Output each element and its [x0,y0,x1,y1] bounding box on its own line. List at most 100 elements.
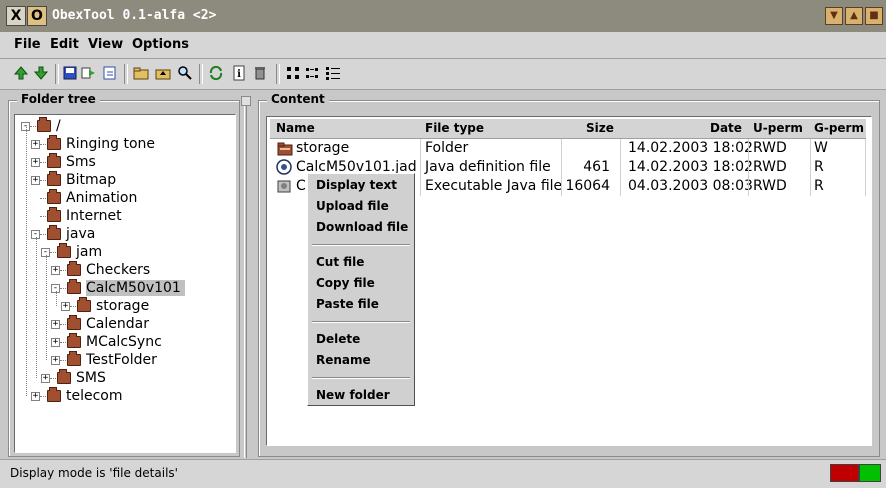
tree-expander[interactable]: + [61,302,70,311]
ctx-copy-file[interactable]: Copy file [316,276,375,290]
sync-icon[interactable] [208,65,224,81]
ctx-delete[interactable]: Delete [316,332,360,346]
file-type: Java definition file [425,159,551,175]
col-uperm[interactable]: U-perm [753,121,803,135]
java-definition-icon [276,159,292,175]
tree-expander[interactable]: + [51,356,60,365]
folder-up-icon[interactable] [155,65,171,81]
tree-node[interactable]: TestFolder [67,351,157,369]
folder-icon [57,369,71,384]
col-gperm[interactable]: G-perm [814,121,864,135]
shade-button[interactable]: ▼ [825,7,843,25]
file-date: 14.02.2003 18:02 [628,159,753,175]
folder-icon [47,153,61,168]
status-indicator-green [859,464,881,482]
close-button[interactable]: X [6,6,26,26]
open-folder-icon[interactable] [133,65,149,81]
tree-node[interactable]: MCalcSync [67,333,162,351]
folder-tree-title: Folder tree [17,92,100,106]
tree-expander[interactable]: + [31,140,40,149]
tree-node-label: / [56,118,61,134]
file-gperm: R [814,159,824,175]
tree-expander[interactable]: + [31,176,40,185]
window-title: ObexTool 0.1-alfa <2> [52,8,217,23]
tree-node[interactable]: Sms [47,153,96,171]
table-row[interactable]: storage Folder 14.02.2003 18:02 RWD W [270,139,866,158]
ctx-new-folder[interactable]: New folder [316,388,390,402]
tree-expander[interactable]: + [51,338,60,347]
tree-expander[interactable]: + [51,320,60,329]
trash-icon[interactable] [252,65,268,81]
menu-edit[interactable]: Edit [50,37,79,52]
menu-file[interactable]: File [14,37,41,52]
folder-icon [37,117,51,132]
panel-splitter[interactable] [241,96,251,458]
tree-node[interactable]: java [47,225,95,243]
refresh-doc-icon[interactable] [102,65,118,81]
tree-node[interactable]: SMS [57,369,106,387]
col-date[interactable]: Date [710,121,742,135]
content-title: Content [267,92,329,106]
ctx-download-file[interactable]: Download file [316,220,408,234]
tree-node[interactable]: Bitmap [47,171,116,189]
tree-node[interactable]: jam [57,243,102,261]
tree-node-label: java [66,226,96,242]
ctx-display-text[interactable]: Display text [316,178,397,192]
ctx-upload-file[interactable]: Upload file [316,199,389,213]
tree-node-label: Ringing tone [66,136,156,152]
tree-node[interactable]: telecom [47,387,123,405]
iconify-button[interactable]: ■ [865,7,883,25]
tree-expander[interactable]: + [31,392,40,401]
tree-node[interactable]: Checkers [67,261,150,279]
tree-node-label: Sms [66,154,96,170]
tree-expander[interactable]: + [41,374,50,383]
info-icon[interactable]: i [231,65,247,81]
status-bar: Display mode is 'file details' [0,459,886,488]
col-name[interactable]: Name [276,121,315,135]
tree-node[interactable]: storage [77,297,149,315]
tree-node[interactable]: Ringing tone [47,135,155,153]
file-type: Executable Java file [425,178,563,194]
search-icon[interactable] [177,65,193,81]
file-name: storage [296,140,350,156]
file-date: 14.02.2003 18:02 [628,140,753,156]
folder-icon [47,135,61,150]
status-indicator-red [830,464,859,482]
folder-icon [47,387,61,402]
send-icon[interactable] [80,65,96,81]
column-header: Name File type Size Date U-perm G-perm [270,119,866,139]
folder-icon [77,297,91,312]
tree-node[interactable]: Internet [47,207,122,225]
maximize-button[interactable]: ▲ [845,7,863,25]
save-icon[interactable] [62,65,78,81]
large-icons-view-icon[interactable] [285,65,301,81]
arrow-down-icon[interactable] [33,65,49,81]
menu-view[interactable]: View [88,37,123,52]
folder-icon [47,171,61,186]
app-icon[interactable]: O [27,6,47,26]
col-size[interactable]: Size [586,121,614,135]
file-uperm: RWD [753,140,787,156]
tree-node[interactable]: CalcM50v101 [67,279,185,297]
small-icons-view-icon[interactable] [305,65,321,81]
folder-tree[interactable]: - / + Ringing tone + Sms + Bitmap Animation Inter… [14,114,236,453]
tree-node[interactable]: Animation [47,189,137,207]
tree-node[interactable]: Calendar [67,315,149,333]
file-size: 461 [583,159,610,175]
tree-expander[interactable]: + [51,266,60,275]
arrow-up-icon[interactable] [13,65,29,81]
list-view-icon[interactable] [325,65,341,81]
tree-expander[interactable]: + [31,158,40,167]
tree-node-label: jam [76,244,103,260]
menu-options[interactable]: Options [132,37,189,52]
file-name: C [296,178,306,194]
folder-icon [47,189,61,204]
ctx-cut-file[interactable]: Cut file [316,255,364,269]
toolbar: i [0,59,886,90]
folder-icon [67,261,81,276]
tree-node[interactable]: / [37,117,61,135]
ctx-paste-file[interactable]: Paste file [316,297,379,311]
ctx-rename[interactable]: Rename [316,353,371,367]
tree-node-label: Internet [66,208,122,224]
col-type[interactable]: File type [425,121,484,135]
